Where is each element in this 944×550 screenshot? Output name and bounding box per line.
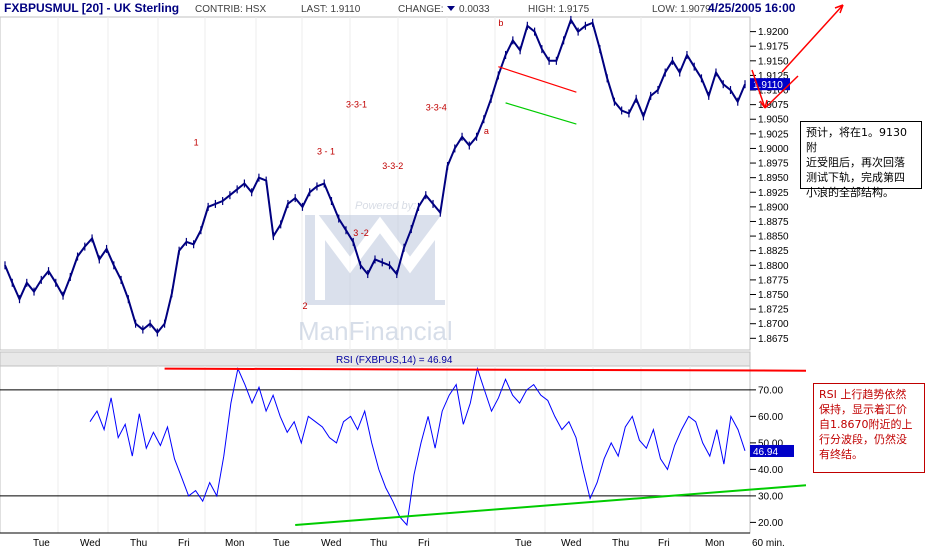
price-tick-label: 1.8775 [758,275,789,286]
wave-label: b [498,18,503,28]
price-tick-label: 1.9150 [758,56,789,67]
wave-label: 2 [302,301,307,311]
time-tick-label: Fri [178,538,190,549]
wave-label: 3-3-2 [382,161,403,171]
price-tick-label: 1.9175 [758,42,789,53]
price-tick-label: 1.8975 [758,159,789,170]
price-tick-label: 1.8725 [758,305,789,316]
price-tick-label: 1.8850 [758,232,789,243]
low-label: LOW: 1.9079 [652,4,711,15]
time-axis: Tue Wed Thu Fri Mon Tue Wed Thu Fri Tue Wed Thu Fri M… [0,532,785,549]
change-value: 0.0033 [459,4,490,15]
time-tick-label: 60 min. [752,538,785,549]
time-tick-label: Fri [658,538,670,549]
rsi-annotation: RSI 上行趋势依然 保持，显示着汇价 自1.8670附近的上 行分波段，仍然没… [813,383,925,473]
wave-label: 3 -2 [353,228,369,238]
price-tick-label: 1.9050 [758,115,789,126]
time-tick-label: Fri [418,538,430,549]
high-label: HIGH: 1.9175 [528,4,590,15]
rsi-panel: RSI (FXBPUS,14) = 46.94 [0,351,807,534]
rsi-tick-label: 40.00 [758,465,783,476]
wave-label: 3-3-4 [426,102,447,112]
last-price-label: LAST: 1.9110 [301,4,361,15]
price-tick-label: 1.9025 [758,129,789,140]
price-tick-label: 1.8950 [758,173,789,184]
rsi-tick-label: 30.00 [758,491,783,502]
time-tick-label: Wed [80,538,100,549]
wave-label: 3-3-1 [346,100,367,110]
chart-symbol-title: FXBPUSMUL [20] - UK Sterling [4,1,179,15]
price-axis: 1.92001.91751.91501.91251.91001.90751.90… [750,27,790,345]
time-tick-label: Wed [321,538,341,549]
rsi-tick-label: 70.00 [758,385,783,396]
contrib-label: CONTRIB: HSX [195,4,266,15]
price-tick-label: 1.8825 [758,246,789,257]
rsi-title: RSI (FXBPUS,14) = 46.94 [336,355,453,366]
rsi-tick-label: 20.00 [758,518,783,529]
price-tick-label: 1.8675 [758,334,789,345]
time-tick-label: Wed [561,538,581,549]
time-tick-label: Thu [612,538,629,549]
wave-label: 1 [194,138,199,148]
watermark-powered-by: Powered by: [355,200,416,212]
time-tick-label: Thu [370,538,387,549]
watermark-text: ManFinancial [298,316,453,346]
rsi-last-label: 46.94 [753,447,778,458]
price-tick-label: 1.8925 [758,188,789,199]
wave-label: a [484,126,489,136]
price-tick-label: 1.9200 [758,27,789,38]
time-tick-label: Tue [33,538,50,549]
price-tick-label: 1.8800 [758,261,789,272]
time-tick-label: Mon [705,538,724,549]
time-tick-label: Thu [130,538,147,549]
price-tick-label: 1.8700 [758,319,789,330]
price-rsi-chart: FXBPUSMUL [20] - UK Sterling CONTRIB: HS… [0,0,844,549]
time-tick-label: Tue [515,538,532,549]
time-tick-label: Mon [225,538,244,549]
rsi-axis: 70.0060.0050.0040.0030.0020.0046.94 [750,385,794,529]
price-tick-label: 1.8900 [758,202,789,213]
rsi-tick-label: 60.00 [758,412,783,423]
time-tick-label: Tue [273,538,290,549]
price-tick-label: 1.8875 [758,217,789,228]
change-label: CHANGE: [398,4,444,15]
forecast-annotation: 预计，将在1。9130附 近受阻后，再次回落 测试下轨，完成第四 小浪的全部结构… [800,121,922,199]
chart-datetime: 4/25/2005 16:00 [708,1,796,15]
wave-label: 3 - 1 [317,146,335,156]
watermark: Powered by: ManFinancial [298,200,453,346]
wave-label: 3-3-3 [397,0,418,1]
price-tick-label: 1.8750 [758,290,789,301]
price-tick-label: 1.9000 [758,144,789,155]
rsi-plot-area [0,365,751,534]
price-panel: Powered by: ManFinancial 1 3 - 1 3 -2 3-3-1… [0,0,751,351]
